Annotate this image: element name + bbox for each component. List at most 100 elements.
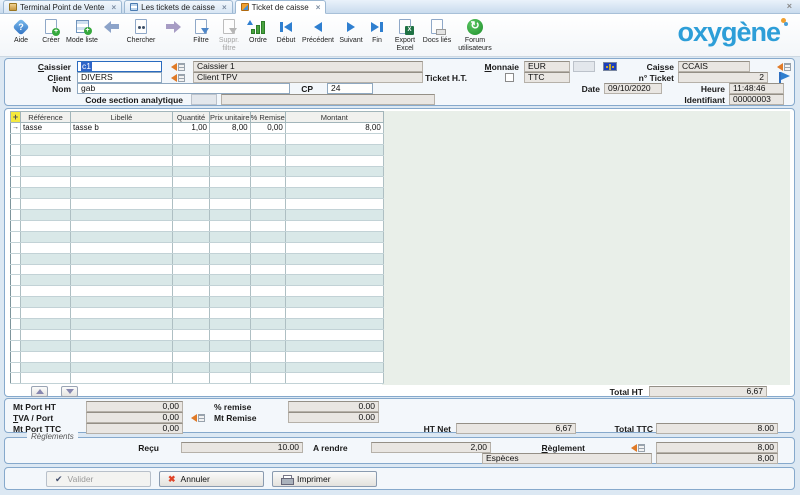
table-row-empty[interactable] [11,155,384,166]
table-row-empty[interactable] [11,133,384,144]
annuler-button[interactable]: ✖ Annuler [159,471,264,487]
table-row-empty[interactable] [11,242,384,253]
cell-remise[interactable]: 0,00 [250,123,285,134]
close-window-icon[interactable]: × [787,1,792,11]
table-row-empty[interactable] [11,188,384,199]
table-row-empty[interactable] [11,362,384,373]
col-libelle[interactable]: Libellé [71,112,173,123]
table-row-empty[interactable] [11,221,384,232]
cell-montant[interactable]: 8,00 [285,123,383,134]
remove-filter-icon [223,19,235,34]
new-document-icon: + [45,19,57,34]
cell-libelle[interactable]: tasse b [71,123,173,134]
toolbar-mode-liste-button[interactable]: + Mode liste [66,17,98,45]
table-row-empty[interactable] [11,177,384,188]
especes-montant-field[interactable]: 8,00 [656,453,778,464]
mt-remise-field[interactable]: 0.00 [288,412,379,423]
toolbar-aide-button[interactable]: ? Aide [6,17,36,45]
next-record-icon [347,22,355,32]
nom-input[interactable]: gab [77,83,290,94]
col-montant[interactable]: Montant [285,112,383,123]
num-ticket-field: 2 [678,72,768,83]
toolbar-suppr-filtre-button[interactable]: Suppr. filtre [214,17,244,53]
table-row-empty[interactable] [11,373,384,384]
col-quantite[interactable]: Quantité [173,112,210,123]
tva-port-field[interactable]: 0,00 [86,412,183,423]
toolbar-creer-button[interactable]: + Créer [36,17,66,45]
table-row-empty[interactable] [11,351,384,362]
table-header-row: + Référence Libellé Quantité Prix unitai… [11,112,384,123]
check-icon: ✔ [55,474,63,485]
toolbar-ordre-button[interactable]: Ordre [244,17,272,45]
close-tab-icon[interactable]: × [112,3,117,12]
table-row-empty[interactable] [11,231,384,242]
table-row-empty[interactable] [11,297,384,308]
tva-select-icon[interactable] [191,413,206,422]
help-icon: ? [13,18,30,35]
ticket-lines-panel: + Référence Libellé Quantité Prix unitai… [4,108,795,397]
a-rendre-field: 2,00 [371,442,491,453]
reglement-select-icon[interactable] [631,443,646,452]
close-tab-icon[interactable]: × [316,3,321,12]
client-input[interactable]: DIVERS [77,72,162,83]
client-select-icon[interactable] [171,73,186,82]
ticket-ht-checkbox[interactable] [505,73,514,82]
caisse-select-icon[interactable] [777,62,792,71]
move-line-up-button[interactable] [31,386,48,397]
toolbar-suivant-button[interactable]: Suivant [336,17,366,45]
total-ttc-label: Total TTC [589,424,653,434]
toolbar-forward-button[interactable] [158,17,188,37]
table-row-empty[interactable] [11,264,384,275]
tab-les-tickets-de-caisse[interactable]: Les tickets de caisse × [124,0,232,13]
caissier-input[interactable]: c1 [77,61,162,72]
table-row-empty[interactable] [11,319,384,330]
valider-button[interactable]: ✔ Valider [46,471,151,487]
cell-prix-unitaire[interactable]: 8,00 [210,123,251,134]
recu-field[interactable]: 10.00 [181,442,303,453]
toolbar-debut-button[interactable]: Début [272,17,300,45]
export-excel-icon: X [399,19,411,34]
printer-icon [281,475,292,484]
caissier-select-icon[interactable] [171,62,186,71]
table-row-empty[interactable] [11,253,384,264]
move-line-down-button[interactable] [61,386,78,397]
mode-reglement-field[interactable]: Espèces [482,453,652,464]
table-row-empty[interactable] [11,286,384,297]
cp-input[interactable]: 24 [327,83,373,94]
table-row-current[interactable]: → tasse tasse b 1,00 8,00 0,00 8,00 [11,123,384,134]
col-reference[interactable]: Référence [21,112,71,123]
toolbar-precedent-button[interactable]: Précédent [300,17,336,45]
mt-port-ht-field[interactable]: 0,00 [86,401,183,412]
toolbar-fin-button[interactable]: Fin [366,17,388,45]
add-line-button[interactable]: + [11,112,21,123]
toolbar-filtre-button[interactable]: Filtre [188,17,214,45]
reglement-field[interactable]: 8,00 [656,442,778,453]
cell-reference[interactable]: tasse [21,123,71,134]
close-tab-icon[interactable]: × [222,3,227,12]
toolbar-forum-button[interactable]: ↻ Forum utilisateurs [452,17,498,53]
table-row-empty[interactable] [11,199,384,210]
code-section-field[interactable] [221,94,435,105]
toolbar-back-button[interactable] [98,17,124,37]
tab-terminal-point-de-vente[interactable]: Terminal Point de Vente × [3,0,122,13]
table-row-empty[interactable] [11,210,384,221]
flag-icon[interactable] [779,72,791,83]
toolbar-chercher-button[interactable]: Chercher [124,17,158,45]
table-row-empty[interactable] [11,340,384,351]
tab-ticket-de-caisse[interactable]: Ticket de caisse × [235,0,327,14]
caissier-name-field: Caissier 1 [193,61,423,72]
cell-quantite[interactable]: 1,00 [173,123,210,134]
toolbar-docs-lies-button[interactable]: Docs liés [422,17,452,45]
table-row-empty[interactable] [11,329,384,340]
tab-label: Les tickets de caisse [141,3,215,12]
imprimer-button[interactable]: Imprimer [272,471,377,487]
table-row-empty[interactable] [11,144,384,155]
col-prix-unitaire[interactable]: Prix unitaire [210,112,251,123]
pct-remise-field[interactable]: 0.00 [288,401,379,412]
table-row-empty[interactable] [11,166,384,177]
table-row-empty[interactable] [11,275,384,286]
table-row-empty[interactable] [11,308,384,319]
col-remise[interactable]: % Remise [250,112,285,123]
toolbar-export-excel-button[interactable]: X Export Excel [388,17,422,53]
first-record-icon [280,22,292,32]
